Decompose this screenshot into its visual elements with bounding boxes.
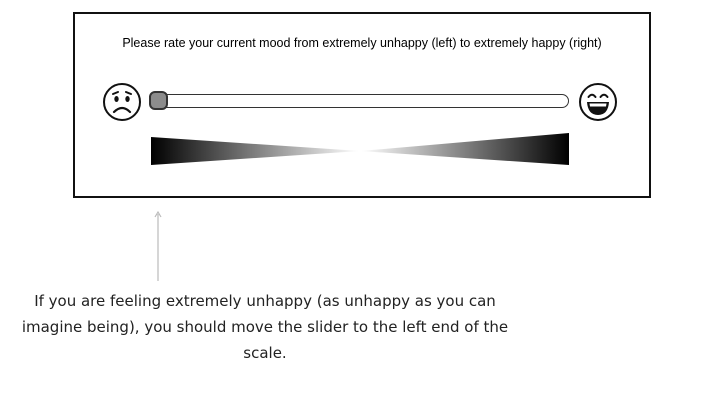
mood-rating-page: Please rate your current mood from extre… — [0, 0, 720, 405]
mood-slider-track[interactable] — [151, 94, 569, 108]
mood-slider-thumb[interactable] — [149, 91, 168, 110]
mood-rating-panel: Please rate your current mood from extre… — [73, 12, 651, 198]
happy-face-icon — [578, 82, 618, 122]
pointer-arrow-icon — [152, 210, 164, 282]
instruction-text: If you are feeling extremely unhappy (as… — [21, 292, 509, 362]
mood-gradient-bar — [151, 133, 569, 169]
rating-prompt: Please rate your current mood from extre… — [122, 36, 602, 50]
sad-face-icon — [102, 82, 142, 122]
